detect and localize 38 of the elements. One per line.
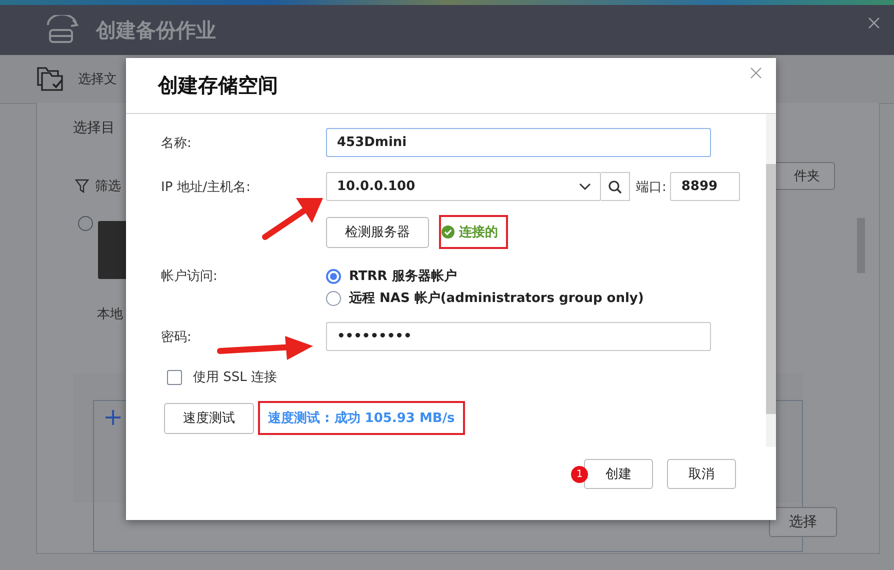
check-circle-icon — [441, 225, 455, 239]
cancel-button[interactable]: 取消 — [667, 459, 736, 489]
filter-icon[interactable] — [75, 179, 89, 193]
section-title: 选择目 — [73, 119, 115, 137]
check-server-button[interactable]: 检测服务器 — [326, 216, 429, 248]
name-field[interactable]: 453Dmini — [326, 128, 711, 157]
search-button[interactable] — [601, 172, 630, 201]
radio-option[interactable]: RTRR 服务器帐户 — [326, 267, 644, 285]
close-icon[interactable] — [750, 67, 762, 79]
search-icon — [608, 180, 622, 194]
select-button[interactable]: 选择 — [769, 507, 837, 537]
arrow — [262, 198, 323, 240]
step-badge: 1 — [571, 466, 588, 482]
dialog-title: 创建存储空间 — [158, 72, 278, 99]
connection-status: 连接的 — [439, 215, 508, 249]
speed-test-button[interactable]: 速度测试 — [164, 402, 254, 434]
field-label: 名称: — [161, 134, 192, 152]
folder-check-icon — [36, 65, 66, 93]
filter-label[interactable]: 筛选 — [95, 177, 121, 195]
port-label: 端口: — [636, 178, 666, 196]
step-label[interactable]: 选择文 — [78, 70, 117, 88]
scrollbar-thumb[interactable] — [766, 164, 776, 414]
device-label: 本地 — [97, 306, 123, 323]
window-title: 创建备份作业 — [96, 16, 216, 44]
radio-button[interactable] — [78, 216, 93, 231]
chevron-down-icon[interactable] — [579, 182, 591, 190]
field-label: 密码: — [161, 328, 192, 346]
checkbox[interactable] — [167, 370, 182, 384]
field-label: IP 地址/主机名: — [161, 178, 252, 196]
port-field[interactable]: 8899 — [670, 172, 740, 201]
password-field[interactable]: ••••••••• — [326, 322, 711, 351]
speed-test-result: 速度测试 : 成功 105.93 MB/s — [258, 401, 465, 435]
close-icon[interactable] — [868, 17, 880, 29]
radio-option[interactable]: 远程 NAS 帐户(administrators group only) — [326, 289, 644, 307]
checkbox-label[interactable]: 使用 SSL 连接 — [193, 368, 278, 386]
create-button[interactable]: 创建 — [584, 459, 653, 489]
field-label: 帐户访问: — [161, 268, 218, 285]
host-combo-field[interactable]: 10.0.0.100 — [326, 172, 601, 201]
